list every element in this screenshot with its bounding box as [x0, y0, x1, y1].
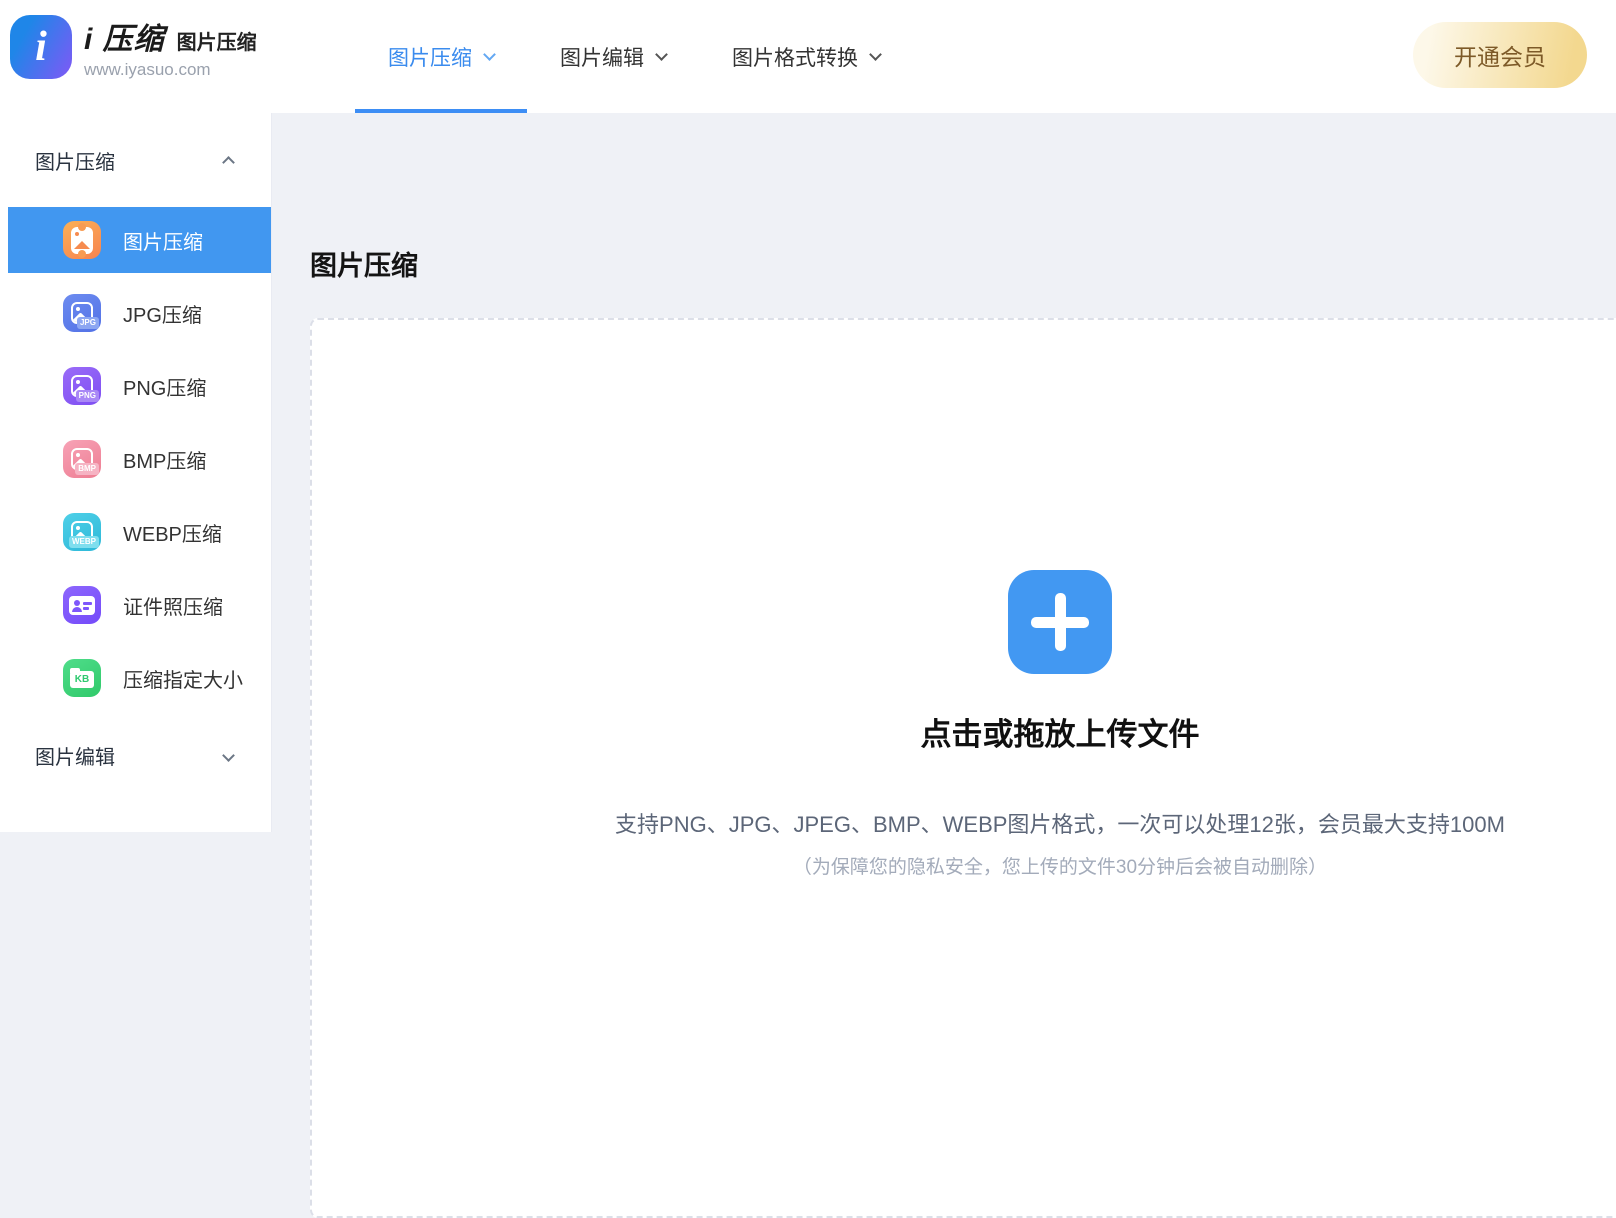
webp-badge: WEBP: [69, 536, 99, 548]
png-icon: PNG: [63, 367, 101, 405]
kb-badge: KB: [74, 673, 90, 685]
sidebar-item-idphoto-compress[interactable]: 证件照压缩: [0, 572, 271, 638]
section-label: 图片编辑: [35, 746, 115, 769]
chevron-down-icon: [483, 48, 496, 61]
main-nav: 图片压缩 图片编辑 图片格式转换: [355, 0, 913, 113]
brand-url: www.iyasuo.com: [84, 60, 211, 79]
tab-label: 图片压缩: [388, 46, 472, 70]
brand-text: i 压缩 图片压缩 www.iyasuo.com: [84, 14, 257, 80]
sidebar-section-compress[interactable]: 图片压缩: [0, 113, 271, 207]
sidebar-item-label: BMP压缩: [123, 450, 207, 473]
upload-privacy-note: （为保障您的隐私安全，您上传的文件30分钟后会被自动删除）: [792, 857, 1328, 878]
page-title: 图片压缩: [310, 251, 418, 281]
sidebar-item-label: 压缩指定大小: [123, 669, 243, 692]
tab-label: 图片格式转换: [732, 46, 858, 70]
sidebar-item-target-size-compress[interactable]: KB 压缩指定大小: [0, 645, 271, 711]
sidebar-section-edit[interactable]: 图片编辑: [0, 718, 271, 792]
brand-title: i 压缩: [84, 23, 165, 56]
sidebar-item-bmp-compress[interactable]: BMP BMP压缩: [0, 426, 271, 492]
brand-logo-icon: i: [10, 15, 72, 79]
kb-folder-icon: KB: [63, 659, 101, 697]
sidebar-item-label: WEBP压缩: [123, 523, 222, 546]
sidebar: 图片压缩 图片压缩 JPG JPG压缩 PNG PNG压缩 BMP BMP压缩: [0, 113, 272, 832]
brand-subtitle: 图片压缩: [176, 32, 257, 54]
chevron-down-icon: [869, 48, 882, 61]
sidebar-item-webp-compress[interactable]: WEBP WEBP压缩: [0, 499, 271, 565]
sidebar-item-label: 证件照压缩: [123, 596, 223, 619]
top-header: i i 压缩 图片压缩 www.iyasuo.com 图片压缩 图片编辑 图片格…: [0, 0, 1616, 113]
bmp-badge: BMP: [75, 463, 99, 475]
png-badge: PNG: [75, 390, 99, 402]
chevron-down-icon: [222, 748, 235, 762]
section-label: 图片压缩: [35, 151, 115, 174]
image-compress-icon: [63, 221, 101, 259]
sidebar-item-label: JPG压缩: [123, 304, 202, 327]
tab-image-compress[interactable]: 图片压缩: [355, 0, 527, 113]
tab-image-edit[interactable]: 图片编辑: [527, 0, 699, 113]
id-card-icon: [63, 586, 101, 624]
sidebar-item-label: 图片压缩: [123, 231, 203, 254]
webp-icon: WEBP: [63, 513, 101, 551]
tab-format-convert[interactable]: 图片格式转换: [699, 0, 913, 113]
chevron-down-icon: [655, 48, 668, 61]
plus-upload-icon[interactable]: [1008, 570, 1112, 674]
sidebar-item-png-compress[interactable]: PNG PNG压缩: [0, 353, 271, 419]
jpg-badge: JPG: [76, 317, 99, 329]
sidebar-item-image-compress[interactable]: 图片压缩: [8, 207, 271, 273]
chevron-up-icon: [222, 156, 235, 169]
brand-logo[interactable]: i i 压缩 图片压缩 www.iyasuo.com: [10, 14, 257, 80]
sidebar-item-label: PNG压缩: [123, 377, 207, 400]
jpg-icon: JPG: [63, 294, 101, 332]
upload-heading: 点击或拖放上传文件: [920, 717, 1200, 752]
upload-support-text: 支持PNG、JPG、JPEG、BMP、WEBP图片格式，一次可以处理12张，会员…: [615, 812, 1505, 837]
open-vip-button[interactable]: 开通会员: [1413, 22, 1587, 88]
sidebar-item-jpg-compress[interactable]: JPG JPG压缩: [0, 280, 271, 346]
main-content: 图片压缩 点击或拖放上传文件 支持PNG、JPG、JPEG、BMP、WEBP图片…: [272, 113, 1616, 1218]
tab-label: 图片编辑: [560, 46, 644, 70]
bmp-icon: BMP: [63, 440, 101, 478]
upload-dropzone[interactable]: 点击或拖放上传文件 支持PNG、JPG、JPEG、BMP、WEBP图片格式，一次…: [310, 318, 1616, 1218]
